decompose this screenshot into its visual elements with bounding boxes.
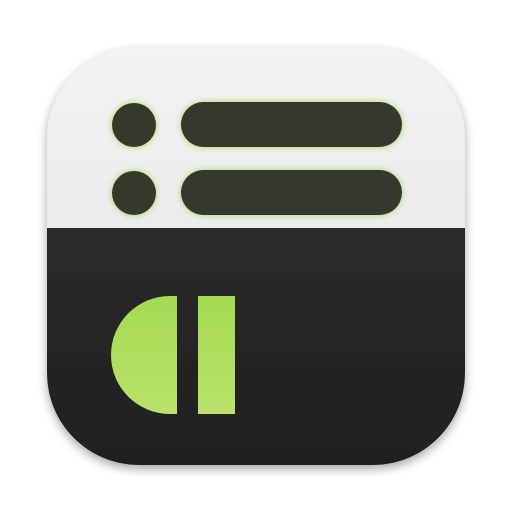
pause-d-glyph-icon xyxy=(111,296,235,414)
list-bar xyxy=(181,170,402,215)
app-icon-stage xyxy=(0,0,512,512)
list-bullet-dot-icon xyxy=(112,103,156,147)
vertical-bar-shape xyxy=(198,296,235,414)
bottom-panel xyxy=(47,228,465,465)
list-bar xyxy=(181,102,402,147)
app-icon[interactable] xyxy=(0,0,512,512)
list-bullet-dot-icon xyxy=(112,171,156,215)
